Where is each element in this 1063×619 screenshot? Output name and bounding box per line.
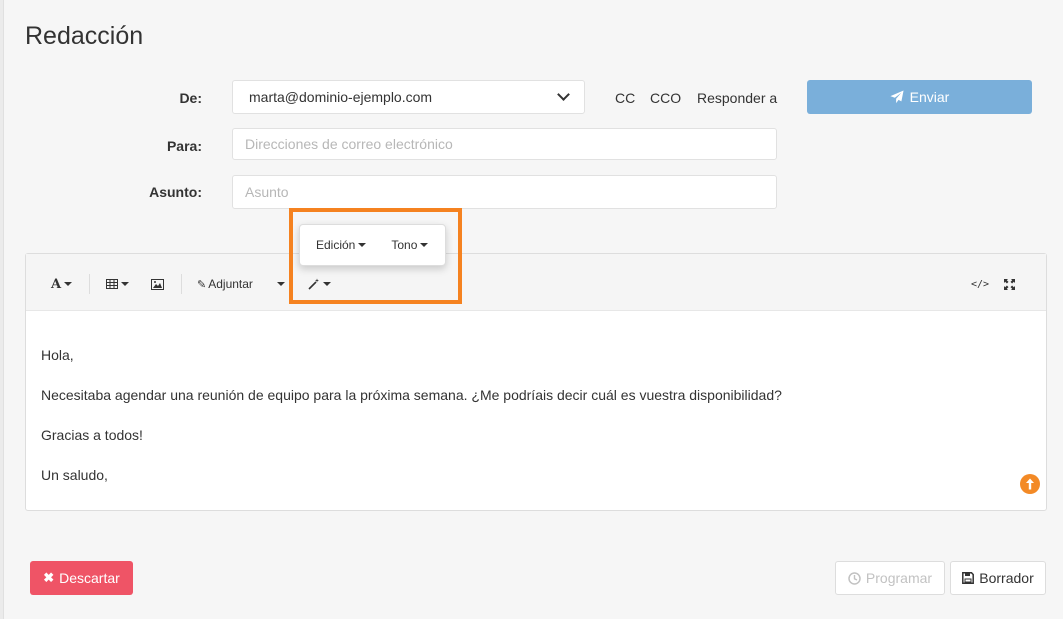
attach-button[interactable]: ✎ Adjuntar xyxy=(197,274,253,294)
image-icon xyxy=(151,278,164,290)
scroll-up-button[interactable] xyxy=(1020,474,1040,494)
editor-toolbar: A ✎ Adjuntar </> xyxy=(26,254,1046,311)
from-label: De: xyxy=(179,90,202,106)
draft-label: Borrador xyxy=(979,570,1034,586)
code-view-button[interactable]: </> xyxy=(971,274,989,294)
subject-field[interactable] xyxy=(232,175,777,209)
caret-down-icon xyxy=(277,282,285,286)
subject-input[interactable] xyxy=(233,176,776,208)
fullscreen-button[interactable] xyxy=(1004,274,1015,294)
from-select[interactable]: marta@dominio-ejemplo.com xyxy=(232,80,585,114)
paper-plane-icon xyxy=(890,90,904,104)
to-input[interactable] xyxy=(233,129,776,159)
paperclip-icon: ✎ xyxy=(197,278,207,291)
reply-to-link[interactable]: Responder a xyxy=(697,90,777,106)
expand-icon xyxy=(1004,278,1015,290)
arrow-up-icon xyxy=(1026,478,1034,490)
message-editor: A ✎ Adjuntar </> xyxy=(25,253,1047,511)
caret-down-icon xyxy=(121,282,129,286)
save-icon xyxy=(962,572,975,584)
left-edge xyxy=(0,0,4,619)
page-title: Redacción xyxy=(25,22,144,50)
table-icon xyxy=(106,279,118,289)
schedule-button[interactable]: Programar xyxy=(835,561,945,595)
message-line: Un saludo, xyxy=(41,467,108,483)
discard-button[interactable]: ✖ Descartar xyxy=(30,561,133,595)
schedule-label: Programar xyxy=(865,570,933,586)
chevron-down-icon xyxy=(557,88,570,101)
to-field[interactable] xyxy=(232,128,777,160)
font-style-dropdown[interactable]: A xyxy=(51,274,73,294)
draft-button[interactable]: Borrador xyxy=(950,561,1046,595)
caret-down-icon xyxy=(64,282,73,286)
cco-link[interactable]: CCO xyxy=(650,90,681,106)
highlight-box xyxy=(289,208,462,304)
cc-link[interactable]: CC xyxy=(615,90,635,106)
to-label: Para: xyxy=(166,138,202,154)
message-line: Gracias a todos! xyxy=(41,427,143,443)
send-label: Enviar xyxy=(909,89,950,105)
message-line: Hola, xyxy=(41,347,74,363)
toolbar-divider xyxy=(89,274,90,294)
image-button[interactable] xyxy=(151,274,164,294)
toolbar-divider xyxy=(181,274,182,294)
message-line: Necesitaba agendar una reunión de equipo… xyxy=(41,387,782,403)
subject-label: Asunto: xyxy=(149,184,202,200)
code-icon: </> xyxy=(971,278,990,290)
table-dropdown[interactable] xyxy=(106,274,129,294)
discard-label: Descartar xyxy=(59,570,120,586)
from-value: marta@dominio-ejemplo.com xyxy=(249,89,433,105)
attach-dropdown-toggle[interactable] xyxy=(274,274,285,294)
send-button[interactable]: Enviar xyxy=(807,80,1032,114)
attach-label: Adjuntar xyxy=(208,277,253,291)
clock-icon xyxy=(848,571,861,585)
font-icon: A xyxy=(51,276,62,292)
close-icon: ✖ xyxy=(43,570,55,585)
